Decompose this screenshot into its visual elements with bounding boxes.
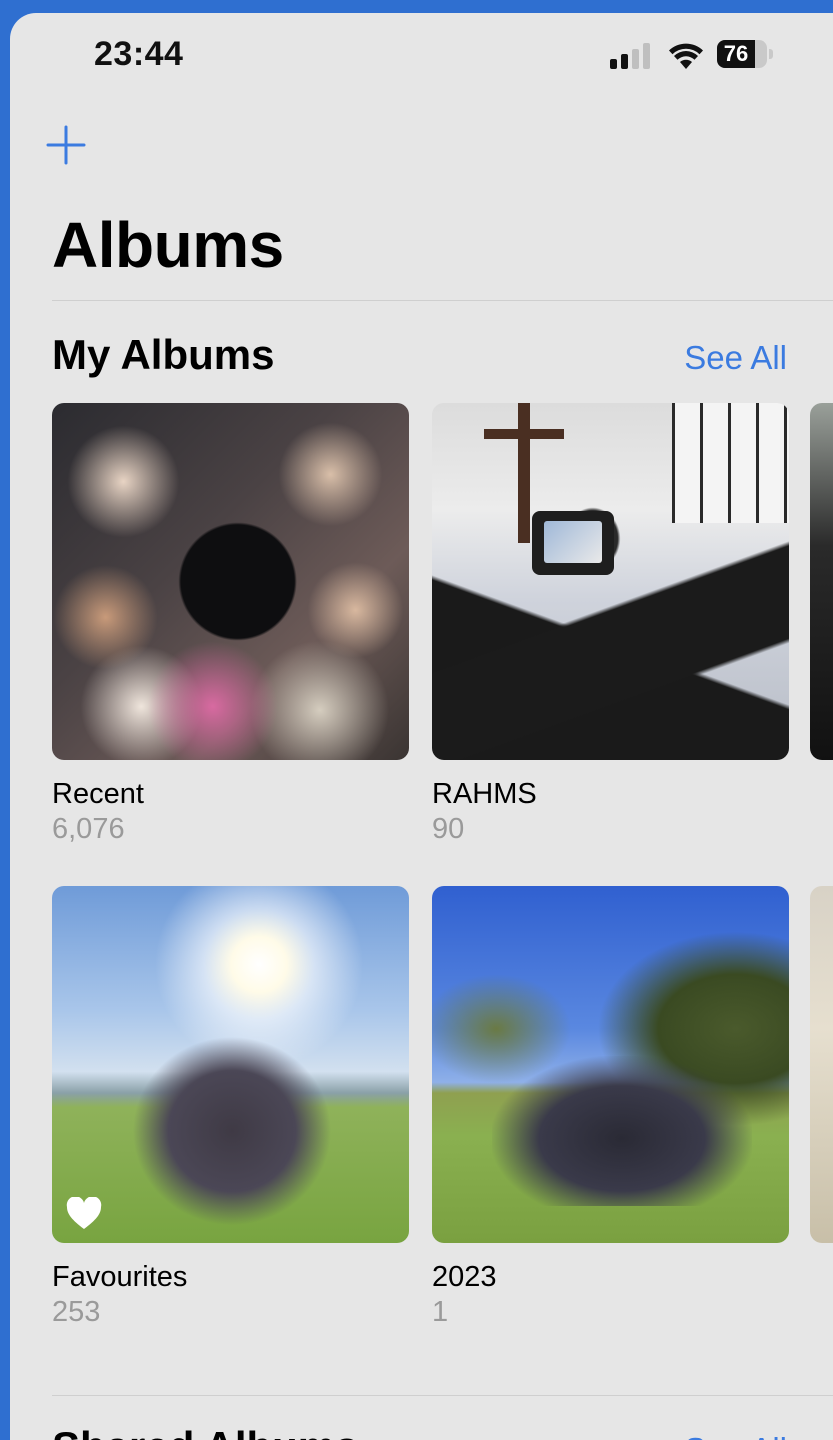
photo-detail — [672, 403, 789, 523]
photo-detail — [518, 403, 530, 543]
album-thumbnail-peek[interactable] — [810, 886, 833, 1243]
battery-percent: 76 — [723, 41, 749, 66]
cellular-signal-icon — [610, 43, 654, 69]
album-count: 253 — [52, 1296, 101, 1328]
photo-detail — [544, 521, 602, 563]
my-albums-see-all-button[interactable]: See All — [684, 339, 787, 377]
album-title: RAHMS — [432, 778, 537, 810]
album-thumbnail[interactable] — [432, 403, 789, 760]
heart-icon — [66, 1197, 102, 1229]
albums-screen: 23:44 76 Albums My Albums See All Recent — [10, 13, 833, 1440]
album-thumbnail-peek[interactable] — [810, 403, 833, 760]
album-2023[interactable]: 2023 1 — [432, 886, 789, 1329]
album-count: 1 — [432, 1296, 449, 1328]
album-thumbnail[interactable] — [52, 403, 409, 760]
photo-detail — [492, 1056, 752, 1206]
shared-albums-title: Shared Albums — [52, 1423, 359, 1440]
album-count: 90 — [432, 813, 465, 845]
album-favourites[interactable]: Favourites 253 — [52, 886, 409, 1329]
battery-nub — [769, 49, 773, 59]
photo-detail — [484, 429, 564, 439]
album-count: 6,076 — [52, 813, 125, 845]
plus-icon — [46, 125, 86, 165]
title-divider — [52, 300, 833, 301]
album-rahms[interactable]: RAHMS 90 — [432, 403, 789, 846]
album-recent[interactable]: Recent 6,076 — [52, 403, 409, 846]
battery-icon: 76 — [717, 40, 767, 68]
album-thumbnail[interactable] — [432, 886, 789, 1243]
page-title: Albums — [52, 209, 284, 281]
add-album-button[interactable] — [46, 125, 86, 165]
wifi-icon — [669, 43, 703, 69]
album-title: 2023 — [432, 1261, 497, 1293]
my-albums-title: My Albums — [52, 331, 275, 378]
photo-detail — [132, 1036, 332, 1226]
album-thumbnail[interactable] — [52, 886, 409, 1243]
status-time: 23:44 — [94, 35, 184, 73]
section-divider — [52, 1395, 833, 1396]
shared-albums-see-all-button[interactable]: See All — [684, 1431, 787, 1440]
status-bar: 23:44 76 — [10, 13, 833, 93]
album-title: Recent — [52, 778, 144, 810]
album-title: Favourites — [52, 1261, 188, 1293]
